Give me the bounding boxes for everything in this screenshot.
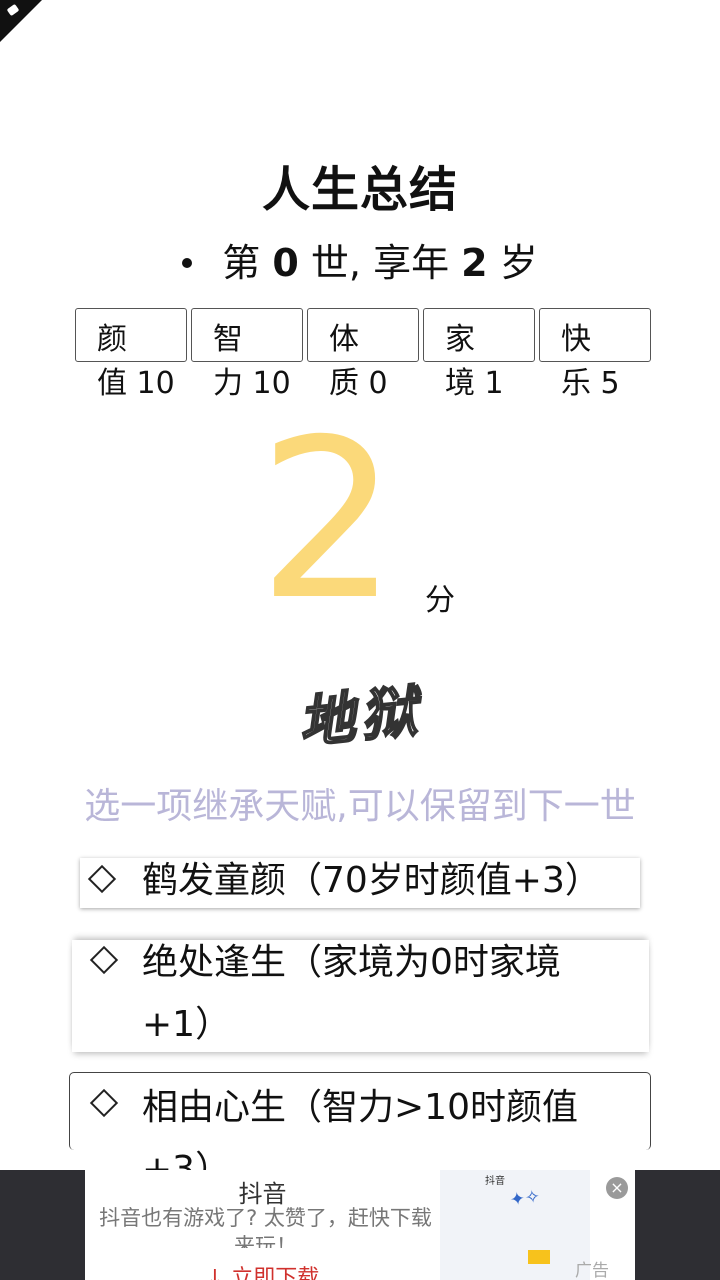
- ad-label: 广告: [575, 1261, 609, 1280]
- diamond-icon: [87, 864, 117, 894]
- page-title: 人生总结: [261, 162, 458, 218]
- bullet-icon: [182, 257, 193, 268]
- inherit-hint: 选一项继承天赋,可以保留到下一世: [84, 786, 636, 827]
- talent-option[interactable]: 相由心生（智力>10时颜值+3）: [69, 1072, 651, 1190]
- stat-value: 值 10: [97, 366, 175, 401]
- ad-card[interactable]: 抖音 抖音也有游戏了? 太赞了，赶快下载来玩！ ↓ 立即下载 抖音 ✦✧ × 广…: [85, 1170, 635, 1280]
- ad-download-link[interactable]: ↓ 立即下载: [85, 1260, 440, 1280]
- stat-appearance: 颜 值 10: [75, 308, 187, 401]
- corner-indicator: [0, 0, 42, 42]
- diamond-icon: [89, 945, 119, 975]
- life-prefix: 第: [222, 241, 261, 285]
- stat-box: [423, 308, 535, 362]
- stat-box: [307, 308, 419, 362]
- ad-banner[interactable]: 抖音 抖音也有游戏了? 太赞了，赶快下载来玩！ ↓ 立即下载 抖音 ✦✧ × 广…: [0, 1170, 720, 1280]
- stat-family: 家 境 1: [423, 308, 535, 401]
- stat-value: 境 1: [445, 366, 504, 401]
- ad-image-logo: 抖音: [485, 1176, 505, 1187]
- talent-text: 鹤发童颜（70岁时颜值+3）: [142, 860, 601, 901]
- stat-value: 乐 5: [561, 366, 620, 401]
- score-value: 2: [258, 392, 398, 648]
- stat-label: 体: [329, 322, 359, 357]
- diamond-icon: [89, 1088, 119, 1118]
- talent-option[interactable]: 鹤发童颜（70岁时颜值+3）: [80, 858, 640, 908]
- close-icon[interactable]: ×: [606, 1177, 628, 1199]
- talent-text: 绝处逢生（家境为0时家境+1）: [142, 942, 561, 1045]
- stat-label: 智: [213, 322, 243, 357]
- life-age: 2: [461, 241, 488, 285]
- life-middle: 世, 享年: [310, 241, 450, 285]
- score-unit: 分: [425, 583, 455, 618]
- stats-row: 颜 值 10 智 力 10 体 质 0 家 境 1 快 乐 5: [75, 308, 655, 401]
- stat-label: 颜: [97, 322, 127, 357]
- stat-strength: 体 质 0: [307, 308, 419, 401]
- stat-label: 快: [561, 322, 591, 357]
- stat-happiness: 快 乐 5: [539, 308, 651, 401]
- stat-box: [539, 308, 651, 362]
- life-number: 0: [272, 241, 299, 285]
- stat-label: 家: [445, 322, 475, 357]
- stat-box: [75, 308, 187, 362]
- ad-text: 抖音也有游戏了? 太赞了，赶快下载来玩！: [99, 1206, 432, 1248]
- ad-image[interactable]: 抖音 ✦✧: [440, 1170, 590, 1280]
- life-suffix: 岁: [499, 241, 538, 285]
- stat-intelligence: 智 力 10: [191, 308, 303, 401]
- ad-image-button: [528, 1250, 550, 1264]
- life-summary: 第 0 世, 享年 2 岁: [0, 232, 720, 287]
- grade-label: 地狱: [294, 677, 426, 758]
- talent-option[interactable]: 绝处逢生（家境为0时家境+1）: [72, 940, 649, 1052]
- ad-image-art: ✦✧: [508, 1186, 542, 1211]
- stat-box: [191, 308, 303, 362]
